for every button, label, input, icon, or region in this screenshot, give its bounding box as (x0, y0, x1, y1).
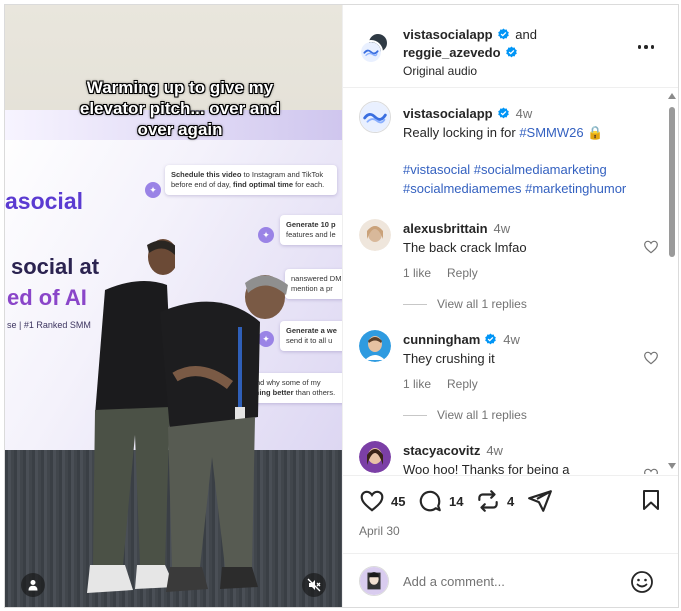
scroll-up-arrow-icon[interactable] (668, 93, 676, 99)
comment-time[interactable]: 4w (494, 221, 511, 236)
view-replies-label: View all 1 replies (437, 297, 527, 311)
add-comment-input[interactable] (403, 569, 623, 593)
comment-text: Woo hoo! Thanks for being a (403, 462, 570, 474)
save-action[interactable] (639, 488, 663, 512)
comment-item: stacyacovitz 4w Woo hoo! Thanks for being… (359, 441, 663, 474)
banner-card: Schedule this video to Instagram and Tik… (165, 165, 337, 196)
repost-icon[interactable] (475, 488, 501, 514)
sparkle-icon: ✦ (258, 227, 274, 243)
mute-button[interactable] (302, 573, 326, 597)
caption-avatar[interactable] (359, 101, 391, 133)
post-dialog: asocial social at ed of AI se | #1 Ranke… (4, 4, 679, 608)
post-header: vistasocialapp and reggie_azevedo Origin… (343, 5, 678, 88)
authors-connector: and (515, 27, 537, 42)
author-username-2[interactable]: reggie_azevedo (403, 45, 501, 60)
comments-count[interactable]: 14 (449, 494, 463, 509)
reply-button[interactable]: Reply (447, 266, 478, 280)
comment-icon[interactable] (417, 488, 443, 514)
more-icon (650, 45, 655, 49)
user-tags-button[interactable] (21, 573, 45, 597)
banner-card: nanswered DM mention a pr (285, 269, 342, 300)
verified-icon (497, 28, 509, 40)
verified-icon (505, 46, 517, 58)
post-actions-bar: 45 14 4 April 30 (343, 475, 678, 555)
banner-brand-text: asocial (5, 188, 83, 214)
post-details-panel: vistasocialapp and reggie_azevedo Origin… (342, 5, 678, 607)
lock-emoji: 🔒 (587, 125, 604, 140)
view-replies-button[interactable]: View all 1 replies (403, 297, 527, 311)
commenter-avatar[interactable] (359, 219, 391, 251)
caption-text: Really locking in for (403, 125, 520, 140)
post-media-video[interactable]: asocial social at ed of AI se | #1 Ranke… (5, 5, 342, 607)
comment-item: cunningham 4w They crushing it 1 like Repl… (359, 330, 663, 440)
audio-link[interactable]: Original audio (403, 62, 537, 80)
comments-scrollbar[interactable] (666, 89, 678, 474)
emoji-icon[interactable] (630, 570, 654, 594)
comment-text: They crushing it (403, 351, 495, 366)
hashtag-event-link[interactable]: #SMMW26 (519, 125, 583, 140)
verified-icon (485, 333, 497, 345)
comment-body: stacyacovitz 4w Woo hoo! Thanks for being… (403, 441, 623, 474)
comment-username[interactable]: cunningham (403, 332, 480, 347)
comment-body: cunningham 4w They crushing it (403, 330, 623, 368)
comment-item: alexusbrittain 4w The back crack lmfao 1 … (359, 219, 663, 329)
share-action[interactable] (527, 488, 553, 514)
view-replies-button[interactable]: View all 1 replies (403, 408, 527, 422)
commenter-avatar[interactable] (359, 441, 391, 473)
like-comment-heart-icon[interactable] (643, 467, 659, 474)
comment-time[interactable]: 4w (486, 443, 503, 458)
more-icon (644, 45, 648, 49)
more-icon (637, 45, 642, 49)
reposts-count[interactable]: 4 (507, 494, 514, 509)
banner-card: Generate 10 p features and le (280, 215, 342, 246)
person-front-figure (160, 275, 288, 592)
hashtags-line-1[interactable]: #vistasocial #socialmediamarketing (403, 160, 663, 179)
add-comment-bar (343, 553, 678, 607)
post-authors: vistasocialapp and reggie_azevedo Origin… (403, 26, 537, 80)
heart-icon[interactable] (359, 488, 385, 514)
comment-time[interactable]: 4w (503, 332, 520, 347)
comment-username[interactable]: alexusbrittain (403, 221, 488, 236)
user-tag-icon (28, 580, 38, 591)
sparkle-icon: ✦ (145, 182, 161, 198)
comment-username[interactable]: stacyacovitz (403, 443, 480, 458)
bookmark-icon[interactable] (639, 488, 663, 512)
like-comment-heart-icon[interactable] (643, 350, 659, 366)
caption-time[interactable]: 4w (516, 106, 533, 121)
banner-ranked-text: se | #1 Ranked SMM (7, 320, 91, 330)
author-username-1[interactable]: vistasocialapp (403, 27, 493, 42)
comments-list[interactable]: vistasocialapp 4w Really locking in for #… (343, 89, 678, 474)
reply-button[interactable]: Reply (447, 377, 478, 391)
replies-divider (403, 303, 427, 305)
comment-text: The back crack lmfao (403, 240, 527, 255)
scroll-down-arrow-icon[interactable] (668, 463, 676, 469)
collab-avatars[interactable] (359, 32, 391, 64)
caption-body: vistasocialapp 4w Really locking in for #… (403, 104, 663, 198)
hashtags-line-2[interactable]: #socialmediamemes #marketinghumor (403, 179, 663, 198)
avatar-vistasocial (359, 40, 383, 64)
more-options-button[interactable] (634, 39, 658, 55)
comment-likes-count[interactable]: 1 like (403, 266, 431, 280)
comment-meta: 1 like Reply (403, 266, 494, 280)
commenter-avatar[interactable] (359, 330, 391, 362)
mute-icon (307, 578, 321, 592)
comment-action[interactable]: 14 (417, 488, 463, 514)
caption-username[interactable]: vistasocialapp (403, 106, 493, 121)
comment-body: alexusbrittain 4w The back crack lmfao (403, 219, 623, 257)
replies-divider (403, 414, 427, 416)
current-user-avatar (359, 566, 389, 596)
video-caption-overlay: Warming up to give my elevator pitch... … (79, 78, 281, 139)
banner-slogan-line2: ed of AI (7, 285, 87, 310)
comment-meta: 1 like Reply (403, 377, 494, 391)
view-replies-label: View all 1 replies (437, 408, 527, 422)
verified-icon (497, 107, 509, 119)
post-date[interactable]: April 30 (359, 524, 400, 538)
comment-likes-count[interactable]: 1 like (403, 377, 431, 391)
like-comment-heart-icon[interactable] (643, 239, 659, 255)
likes-count[interactable]: 45 (391, 494, 405, 509)
repost-action[interactable]: 4 (475, 488, 514, 514)
like-action[interactable]: 45 (359, 488, 405, 514)
scroll-thumb[interactable] (669, 107, 675, 257)
share-icon[interactable] (527, 488, 553, 514)
